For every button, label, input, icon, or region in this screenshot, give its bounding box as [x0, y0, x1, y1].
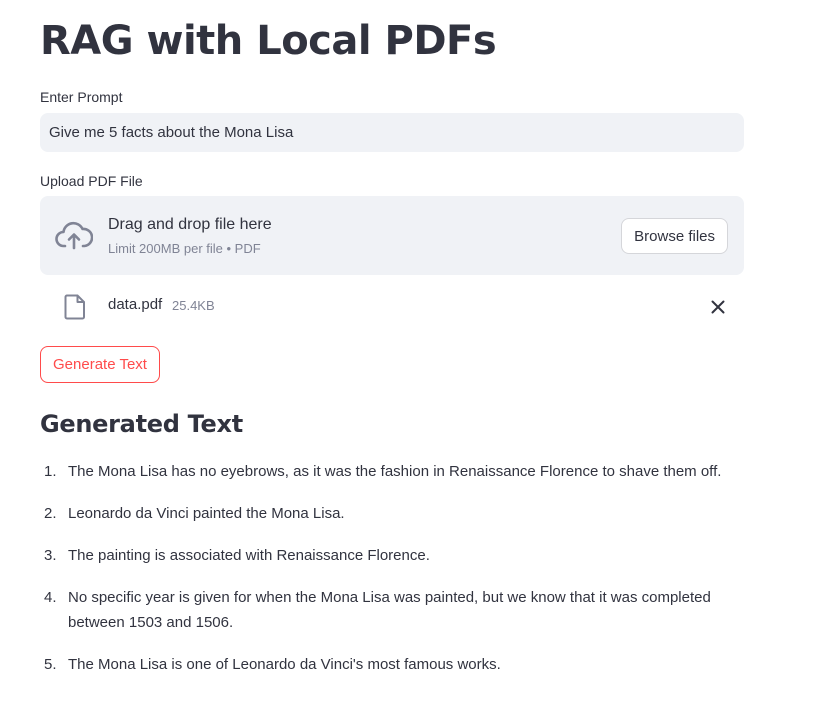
list-item: 1. The Mona Lisa has no eyebrows, as it …: [40, 459, 744, 484]
close-icon[interactable]: [708, 297, 728, 317]
list-item: 4. No specific year is given for when th…: [40, 585, 744, 635]
file-size: 25.4KB: [172, 298, 215, 313]
dropzone-title: Drag and drop file here: [108, 216, 272, 233]
list-item-text: The Mona Lisa has no eyebrows, as it was…: [68, 463, 722, 480]
list-item: 3. The painting is associated with Renai…: [40, 543, 744, 568]
list-item-text: Leonardo da Vinci painted the Mona Lisa.: [68, 505, 345, 522]
file-name: data.pdf: [108, 296, 163, 313]
generated-text-heading: Generated Text: [40, 410, 243, 438]
list-item: 2. Leonardo da Vinci painted the Mona Li…: [40, 501, 744, 526]
cloud-upload-icon: [55, 221, 93, 250]
uploaded-file-row: data.pdf 25.4KB: [40, 288, 744, 324]
file-dropzone[interactable]: Drag and drop file here Limit 200MB per …: [40, 196, 744, 275]
list-item-number: 1.: [44, 463, 57, 480]
file-icon: [64, 294, 85, 320]
generated-facts-list: 1. The Mona Lisa has no eyebrows, as it …: [40, 459, 744, 694]
list-item: 5. The Mona Lisa is one of Leonardo da V…: [40, 652, 744, 677]
list-item-number: 2.: [44, 505, 57, 522]
upload-label: Upload PDF File: [40, 173, 143, 189]
list-item-text: The Mona Lisa is one of Leonardo da Vinc…: [68, 656, 501, 673]
dropzone-limit: Limit 200MB per file • PDF: [108, 241, 261, 256]
page-title: RAG with Local PDFs: [40, 18, 497, 64]
prompt-label: Enter Prompt: [40, 89, 123, 105]
list-item-number: 5.: [44, 656, 57, 673]
browse-files-button[interactable]: Browse files: [621, 218, 728, 254]
generate-text-button[interactable]: Generate Text: [40, 346, 160, 383]
list-item-text: No specific year is given for when the M…: [68, 589, 711, 631]
list-item-number: 3.: [44, 547, 57, 564]
list-item-number: 4.: [44, 589, 57, 606]
prompt-input[interactable]: [40, 113, 744, 152]
list-item-text: The painting is associated with Renaissa…: [68, 547, 430, 564]
app-page: RAG with Local PDFs Enter Prompt Upload …: [0, 0, 832, 728]
